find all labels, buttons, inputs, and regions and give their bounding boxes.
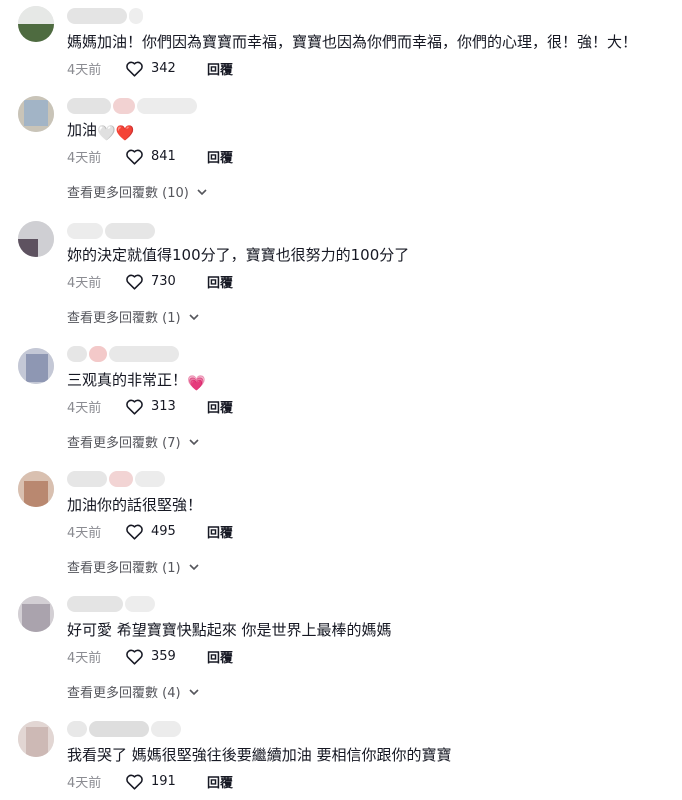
reply-button[interactable]: 回覆 [207,59,233,78]
chevron-down-icon [188,688,199,695]
username-redacted[interactable] [67,223,157,239]
like-count: 342 [151,60,176,76]
heart-outline-icon [126,399,143,415]
comment-time: 4天前 [67,400,102,416]
comment-meta: 4天前 841 回覆 [67,146,233,166]
comment-text-content: 妳的決定就值得100分了，寶寶也很努力的100分了 [67,246,410,264]
view-more-replies-label: 查看更多回覆數 (7) [67,436,181,451]
comment-meta: 4天前 730 回覆 [67,271,233,291]
comment-meta: 4天前 495 回覆 [67,521,233,541]
comment-text-content: 我看哭了 媽媽很堅強往後要繼續加油 要相信你跟你的寶寶 [67,746,452,764]
chevron-down-icon [188,313,199,320]
chevron-down-icon [188,563,199,570]
view-more-replies-label: 查看更多回覆數 (10) [67,186,189,201]
comment-text-content: 媽媽加油！你們因為寶寶而幸福，寶寶也因為你們而幸福，你們的心理，很！強！大！ [67,33,638,51]
heart-outline-icon [126,649,143,665]
view-more-replies[interactable]: 查看更多回覆數 (1) [67,307,200,326]
comment-time: 4天前 [67,650,102,666]
comment-text-content: 三观真的非常正！ [67,371,188,389]
avatar[interactable] [18,471,54,507]
avatar[interactable] [18,96,54,132]
view-more-replies[interactable]: 查看更多回覆數 (1) [67,557,200,576]
comment-time: 4天前 [67,275,102,291]
comment-text: 媽媽加油！你們因為寶寶而幸福，寶寶也因為你們而幸福，你們的心理，很！強！大！ [67,32,637,52]
heart-outline-icon [126,524,143,540]
heart-outline-icon [126,149,143,165]
view-more-replies[interactable]: 查看更多回覆數 (4) [67,682,200,701]
like-count: 841 [151,148,176,164]
comment-text-content: 加油 [67,121,98,139]
like-count: 495 [151,523,176,539]
like-count: 730 [151,273,176,289]
comment-time: 4天前 [67,525,102,541]
chevron-down-icon [188,438,199,445]
avatar[interactable] [18,221,54,257]
like-button[interactable]: 342 [125,60,207,77]
username-redacted[interactable] [67,721,183,737]
comment-meta: 4天前 342 回覆 [67,58,233,78]
view-more-replies-label: 查看更多回覆數 (4) [67,686,181,701]
comment-meta: 4天前 359 回覆 [67,646,233,666]
like-button[interactable]: 841 [125,148,207,165]
avatar[interactable] [18,348,54,384]
comment-text: 加油你的話很堅強！ [67,495,202,515]
comment-text: 加油🤍❤️ [67,120,134,143]
heart-outline-icon [126,274,143,290]
chevron-down-icon [197,188,207,195]
username-redacted[interactable] [67,98,199,114]
like-count: 359 [151,648,176,664]
emoji-heart: 💗 [187,374,206,392]
heart-outline-icon [126,61,143,77]
reply-button[interactable]: 回覆 [207,147,233,166]
view-more-replies-label: 查看更多回覆數 (1) [67,561,181,576]
reply-button[interactable]: 回覆 [207,397,233,416]
username-redacted[interactable] [67,8,145,24]
comment-text: 三观真的非常正！💗 [67,370,206,393]
comment-text: 我看哭了 媽媽很堅強往後要繼續加油 要相信你跟你的寶寶 [67,745,452,765]
comment-text: 妳的決定就值得100分了，寶寶也很努力的100分了 [67,245,409,265]
comment-text: 好可愛 希望寶寶快點起來 你是世界上最棒的媽媽 [67,620,392,640]
view-more-replies[interactable]: 查看更多回覆數 (10) [67,182,208,201]
like-button[interactable]: 730 [125,273,207,290]
comment-time: 4天前 [67,62,102,78]
view-more-replies-label: 查看更多回覆數 (1) [67,311,181,326]
like-button[interactable]: 495 [125,523,207,540]
avatar[interactable] [18,721,54,757]
view-more-replies[interactable]: 查看更多回覆數 (7) [67,432,200,451]
reply-button[interactable]: 回覆 [207,647,233,666]
like-button[interactable]: 313 [125,398,207,415]
comment-meta: 4天前 313 回覆 [67,396,233,416]
like-button[interactable]: 191 [125,773,207,790]
comment-text-content: 好可愛 希望寶寶快點起來 你是世界上最棒的媽媽 [67,621,392,639]
comment-text-content: 加油你的話很堅強！ [67,496,203,514]
like-count: 313 [151,398,176,414]
avatar[interactable] [18,6,54,42]
reply-button[interactable]: 回覆 [207,522,233,541]
username-redacted[interactable] [67,596,157,612]
comment-meta: 4天前 191 回覆 [67,771,233,791]
username-redacted[interactable] [67,471,167,487]
heart-outline-icon [126,774,143,790]
like-button[interactable]: 359 [125,648,207,665]
reply-button[interactable]: 回覆 [207,772,233,791]
reply-button[interactable]: 回覆 [207,272,233,291]
username-redacted[interactable] [67,346,181,362]
emoji-hearts: 🤍❤️ [97,124,135,142]
like-count: 191 [151,773,176,789]
avatar[interactable] [18,596,54,632]
comment-time: 4天前 [67,150,102,166]
comment-time: 4天前 [67,775,102,791]
